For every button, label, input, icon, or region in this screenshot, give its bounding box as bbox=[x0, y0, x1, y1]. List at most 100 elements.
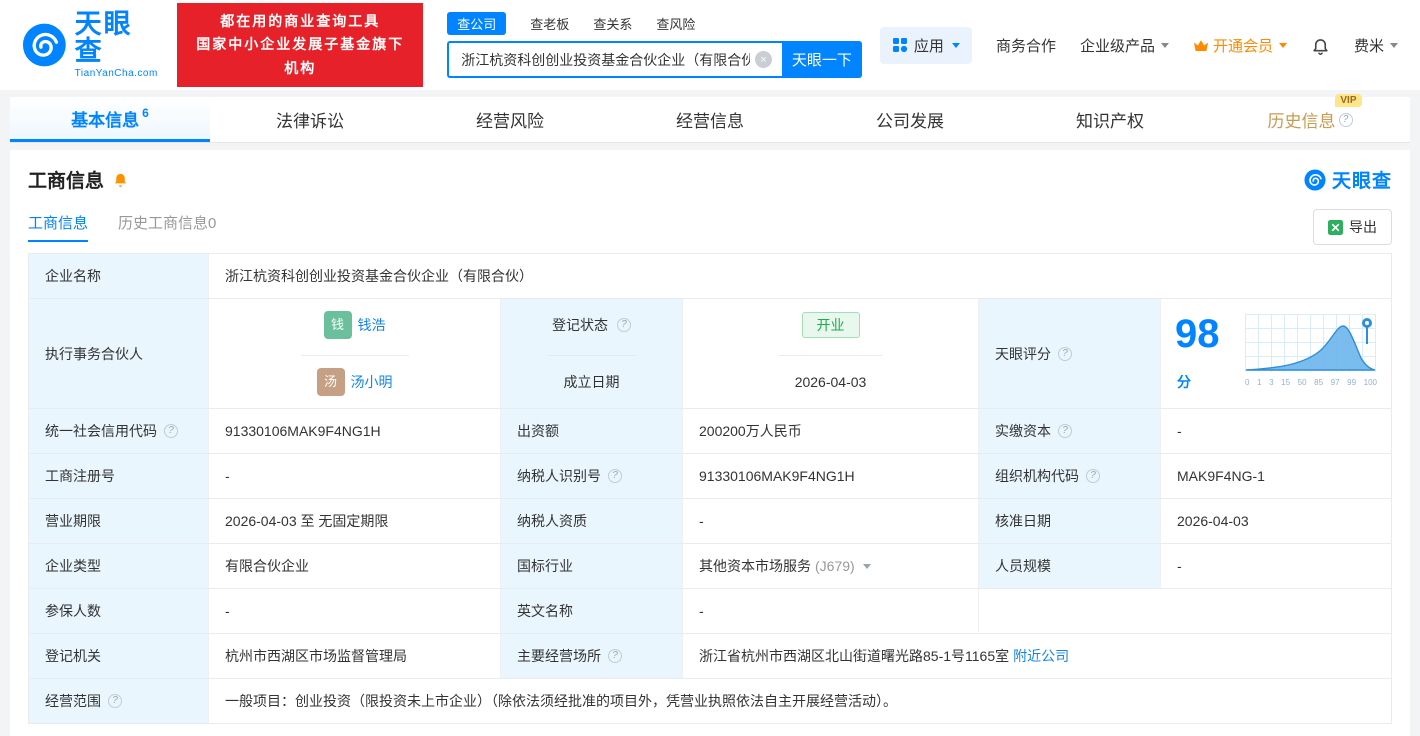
score-number: 98分 bbox=[1175, 311, 1220, 390]
section-header: 工商信息 天眼查 bbox=[28, 166, 1392, 193]
value-company-type: 有限合伙企业 bbox=[209, 544, 501, 588]
nearby-companies-link[interactable]: 附近公司 bbox=[1013, 646, 1069, 666]
nav-tab-history-info[interactable]: 历史信息 VIP bbox=[1210, 94, 1410, 142]
user-name: 费米 bbox=[1353, 37, 1384, 55]
brand-watermark: 天眼查 bbox=[1304, 166, 1392, 193]
label-business-scope: 经营范围 bbox=[29, 679, 209, 723]
table-row-business-scope: 经营范围 一般项目：创业投资（限投资未上市企业）（除依法须经批准的项目外，凭营业… bbox=[29, 679, 1391, 723]
help-icon[interactable] bbox=[1058, 424, 1072, 438]
chevron-down-icon bbox=[1160, 42, 1169, 48]
brand-watermark-name: 天眼查 bbox=[1331, 171, 1392, 192]
label-taxpayer-id: 纳税人识别号 bbox=[501, 454, 683, 498]
monitor-bell-icon[interactable] bbox=[112, 171, 129, 188]
avatar: 钱 bbox=[323, 311, 352, 339]
nav-tab-operating-info[interactable]: 经营信息 bbox=[610, 97, 810, 142]
score-chart-block: 01 3 15 50 85 97 99 100 bbox=[1245, 314, 1377, 393]
menu-open-vip[interactable]: 开通会员 bbox=[1193, 35, 1287, 56]
slogan-line1: 都在用的商业查询工具 bbox=[220, 13, 381, 30]
divider bbox=[0, 90, 1420, 97]
table-row-insured-english: 参保人数 - 英文名称 - bbox=[29, 589, 1391, 634]
help-icon[interactable] bbox=[108, 694, 122, 708]
help-icon[interactable] bbox=[617, 318, 631, 332]
nav-tab-intellectual-property[interactable]: 知识产权 bbox=[1010, 97, 1210, 142]
value-registration-number: - bbox=[209, 454, 501, 498]
tianyancha-logo-icon bbox=[22, 23, 66, 67]
label-credit-code: 统一社会信用代码 bbox=[29, 409, 209, 453]
search-tab-boss[interactable]: 查老板 bbox=[530, 14, 569, 33]
nav-tab-basic-info-label: 基本信息 bbox=[71, 110, 140, 130]
logo-text: 天眼查 TianYanCha.com bbox=[74, 9, 159, 80]
label-company-name: 企业名称 bbox=[29, 254, 209, 298]
label-establish-date: 成立日期 bbox=[547, 355, 636, 408]
search-tab-risk[interactable]: 查风险 bbox=[656, 14, 695, 33]
label-business-term: 营业期限 bbox=[29, 499, 209, 543]
apps-menu[interactable]: 应用 bbox=[879, 26, 972, 64]
search-tab-relation[interactable]: 查关系 bbox=[593, 14, 632, 33]
help-icon[interactable] bbox=[164, 424, 178, 438]
label-tianyan-score: 天眼评分 bbox=[979, 299, 1161, 408]
table-row-term-approval: 营业期限 2026-04-03 至 无固定期限 纳税人资质 - 核准日期 202… bbox=[29, 499, 1391, 544]
table-row-authority-address: 登记机关 杭州市西湖区市场监督管理局 主要经营场所 浙江省杭州市西湖区北山街道曙… bbox=[29, 634, 1391, 679]
score-axis-labels: 01 3 15 50 85 97 99 100 bbox=[1245, 378, 1377, 387]
subtab-history-business-info[interactable]: 历史工商信息0 bbox=[118, 212, 216, 242]
apps-grid-icon bbox=[892, 38, 908, 53]
notification-bell-icon[interactable] bbox=[1311, 36, 1330, 55]
brand-name: 天眼查 bbox=[74, 9, 133, 66]
crown-icon bbox=[1193, 39, 1208, 51]
help-icon[interactable] bbox=[1338, 112, 1353, 127]
table-row-company-name: 企业名称 浙江杭资科创创业投资基金合伙企业（有限合伙） bbox=[29, 254, 1391, 299]
menu-enterprise-products[interactable]: 企业级产品 bbox=[1080, 35, 1169, 56]
nav-tab-basic-info-count: 6 bbox=[142, 106, 149, 120]
partner-link[interactable]: 汤小明 bbox=[351, 372, 393, 392]
value-registration-status: 开业 bbox=[786, 299, 876, 351]
label-staff-size: 人员规模 bbox=[979, 544, 1161, 588]
menu-business-cooperation[interactable]: 商务合作 bbox=[996, 35, 1056, 56]
business-info-card: 工商信息 天眼查 工商信息 历史工商信息0 导出 企业名称 浙江杭资科创创业投资… bbox=[10, 150, 1410, 736]
nav-tab-operating-info-label: 经营信息 bbox=[676, 112, 744, 131]
divider bbox=[0, 143, 1420, 150]
export-button-label: 导出 bbox=[1349, 219, 1377, 235]
value-establish-date: 2026-04-03 bbox=[778, 355, 883, 408]
help-icon[interactable] bbox=[608, 469, 622, 483]
value-business-scope: 一般项目：创业投资（限投资未上市企业）（除依法须经批准的项目外，凭营业执照依法自… bbox=[225, 693, 897, 709]
table-row-registration-tax: 工商注册号 - 纳税人识别号 91330106MAK9F4NG1H 组织机构代码… bbox=[29, 454, 1391, 499]
slogan-banner: 都在用的商业查询工具 国家中小企业发展子基金旗下机构 bbox=[177, 3, 424, 87]
value-staff-size: - bbox=[1177, 558, 1182, 574]
value-approval-date: 2026-04-03 bbox=[1177, 513, 1249, 529]
help-icon[interactable] bbox=[1086, 469, 1100, 483]
empty-cell bbox=[979, 589, 1391, 633]
value-credit-code: 91330106MAK9F4NG1H bbox=[209, 409, 501, 453]
label-industry: 国标行业 bbox=[501, 544, 683, 588]
search-input[interactable] bbox=[447, 41, 782, 78]
clear-search-icon[interactable] bbox=[754, 51, 772, 68]
label-registration-status: 登记状态 bbox=[536, 299, 647, 351]
industry-expand-icon[interactable] bbox=[862, 563, 871, 569]
label-executive-partner: 执行事务合伙人 bbox=[29, 299, 209, 408]
tianyancha-logo[interactable]: 天眼查 TianYanCha.com bbox=[22, 11, 159, 79]
nav-tab-legal[interactable]: 法律诉讼 bbox=[210, 97, 410, 142]
export-button[interactable]: 导出 bbox=[1313, 209, 1392, 245]
partner-item: 钱 钱浩 bbox=[308, 299, 402, 351]
user-menu[interactable]: 费米 bbox=[1354, 35, 1398, 56]
help-icon[interactable] bbox=[608, 649, 622, 663]
menu-open-vip-label: 开通会员 bbox=[1212, 37, 1273, 55]
search-area: 查公司 查老板 查关系 查风险 天眼一下 bbox=[447, 12, 862, 78]
partner-link[interactable]: 钱浩 bbox=[358, 315, 386, 335]
value-org-code: MAK9F4NG-1 bbox=[1177, 468, 1265, 484]
section-title: 工商信息 bbox=[28, 171, 105, 192]
search-tab-company[interactable]: 查公司 bbox=[447, 12, 507, 35]
subtab-business-info[interactable]: 工商信息 bbox=[28, 212, 89, 242]
search-button[interactable]: 天眼一下 bbox=[781, 41, 862, 78]
chevron-down-icon bbox=[1390, 42, 1398, 48]
nav-tab-company-development[interactable]: 公司发展 bbox=[810, 97, 1010, 142]
values-status-date: 开业 2026-04-03 bbox=[683, 299, 979, 408]
value-business-term: 2026-04-03 至 无固定期限 bbox=[209, 499, 501, 543]
industry-code: (J679) bbox=[815, 558, 855, 574]
nav-tab-operating-risk[interactable]: 经营风险 bbox=[410, 97, 610, 142]
menu-enterprise-products-label: 企业级产品 bbox=[1079, 37, 1155, 55]
nav-tab-basic-info[interactable]: 基本信息 6 bbox=[10, 97, 210, 142]
value-industry: 其他资本市场服务 (J679) bbox=[683, 544, 979, 588]
vip-badge: VIP bbox=[1335, 94, 1362, 107]
help-icon[interactable] bbox=[1058, 346, 1072, 361]
excel-icon bbox=[1328, 219, 1343, 235]
